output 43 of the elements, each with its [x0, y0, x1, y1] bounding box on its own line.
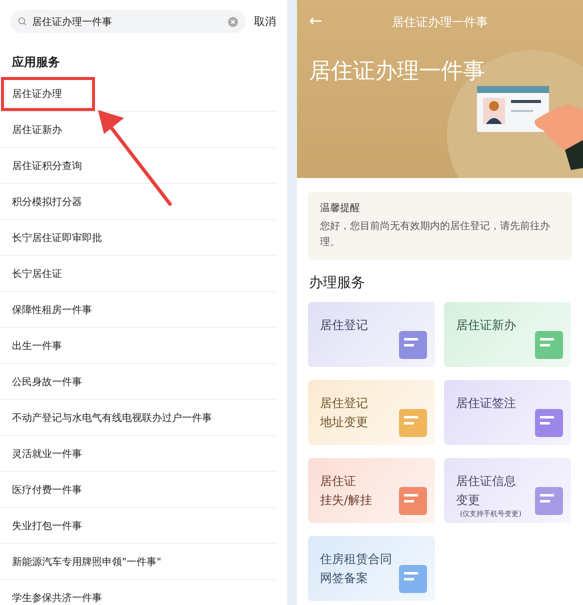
section-heading: 应用服务 [12, 54, 61, 71]
service-label: 网签备案 [320, 570, 368, 587]
result-item[interactable]: 保障性租房一件事 [1, 292, 99, 326]
result-item[interactable]: 居住证新办 [1, 112, 69, 146]
service-label: 变更 [456, 492, 480, 509]
result-item[interactable]: 长宁居住证 [1, 256, 69, 290]
result-item[interactable]: 积分模拟打分器 [1, 184, 89, 218]
result-item[interactable]: 居住证办理 [1, 76, 95, 110]
service-card[interactable]: 居住证新办 [444, 302, 571, 367]
search-icon [18, 17, 27, 26]
cancel-button[interactable]: 取消 [254, 14, 276, 29]
result-item[interactable]: 新能源汽车专用牌照申领"一件事" [1, 544, 168, 578]
service-label: 地址变更 [320, 414, 368, 431]
service-label: 住房租赁合同 [320, 551, 392, 568]
result-item[interactable]: 医疗付费一件事 [1, 472, 89, 506]
result-item[interactable]: 居住证积分查询 [1, 148, 89, 182]
result-item[interactable]: 学生参保共济一件事 [1, 580, 109, 605]
service-label: 居住证签注 [456, 395, 516, 412]
service-label: 居住登记 [320, 317, 368, 334]
result-item[interactable]: 公民身故一件事 [1, 364, 89, 398]
page-title: 居住证办理一件事 [392, 14, 488, 30]
service-card[interactable]: 居住证 挂失/解挂 [308, 458, 435, 523]
service-card[interactable]: 住房租赁合同 网签备案 [308, 536, 435, 601]
service-label: 挂失/解挂 [320, 492, 372, 509]
notice-text: 您好，您目前尚无有效期内的居住登记，请先前往办理。 [320, 220, 551, 250]
result-item[interactable]: 长宁居住证即审即批 [1, 220, 109, 254]
service-card[interactable]: 居住登记 [308, 302, 435, 367]
result-item[interactable]: 出生一件事 [1, 328, 69, 362]
service-label: 居住登记 [320, 395, 368, 412]
banner-title: 居住证办理一件事 [309, 58, 485, 86]
notice-title: 温馨提醒 [320, 202, 361, 215]
service-label: 居住证 [320, 473, 356, 490]
section-heading: 办理服务 [309, 274, 366, 292]
search-field[interactable]: 居住证办理一件事 [10, 10, 246, 33]
result-item[interactable]: 不动产登记与水电气有线电视联办过户一件事 [1, 400, 219, 434]
service-label: 居住证新办 [456, 317, 516, 334]
service-card[interactable]: 居住证签注 [444, 380, 571, 445]
service-label: 居住证信息 [456, 473, 516, 490]
service-card[interactable]: 居住登记 地址变更 [308, 380, 435, 445]
search-value: 居住证办理一件事 [32, 16, 113, 28]
clear-icon[interactable] [228, 16, 238, 26]
result-item[interactable]: 失业打包一件事 [1, 508, 89, 542]
result-item[interactable]: 灵活就业一件事 [1, 436, 89, 470]
